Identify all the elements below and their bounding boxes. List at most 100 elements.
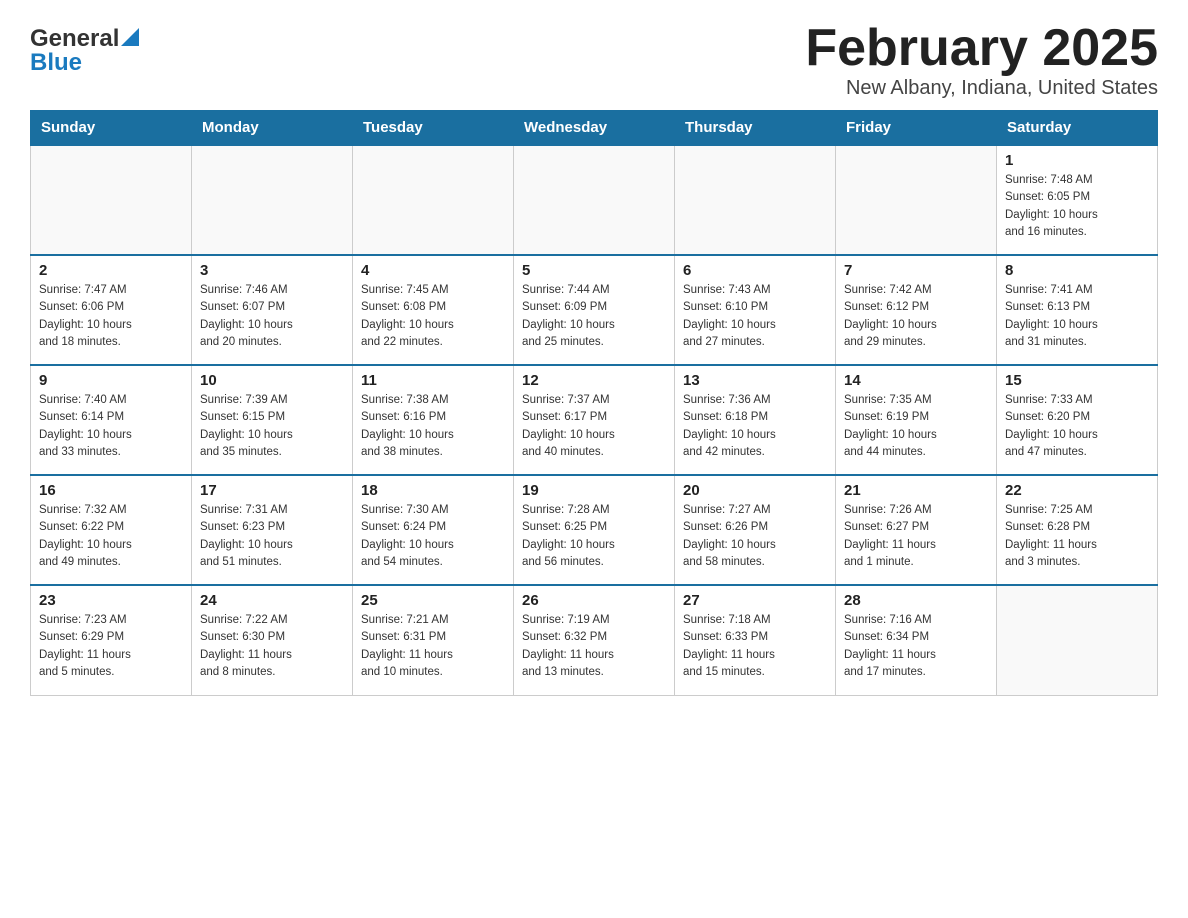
calendar-day-cell: 5 Sunrise: 7:44 AM Sunset: 6:09 PM Daylig… <box>514 255 675 365</box>
calendar-day-cell <box>675 145 836 255</box>
title-area: February 2025 New Albany, Indiana, Unite… <box>805 20 1158 100</box>
day-number: 2 <box>39 262 183 279</box>
weekday-header: Wednesday <box>514 111 675 146</box>
logo: General Blue <box>30 20 139 77</box>
day-number: 15 <box>1005 372 1149 389</box>
day-info: Sunrise: 7:16 AM Sunset: 6:34 PM Dayligh… <box>844 612 988 681</box>
calendar-day-cell: 18 Sunrise: 7:30 AM Sunset: 6:24 PM Dayli… <box>353 475 514 585</box>
calendar-day-cell: 1 Sunrise: 7:48 AM Sunset: 6:05 PM Daylig… <box>997 145 1158 255</box>
weekday-header: Sunday <box>31 111 192 146</box>
calendar-day-cell: 25 Sunrise: 7:21 AM Sunset: 6:31 PM Dayli… <box>353 585 514 695</box>
day-number: 18 <box>361 482 505 499</box>
day-number: 3 <box>200 262 344 279</box>
day-number: 22 <box>1005 482 1149 499</box>
calendar-week-row: 16 Sunrise: 7:32 AM Sunset: 6:22 PM Dayli… <box>31 475 1158 585</box>
day-number: 16 <box>39 482 183 499</box>
logo-arrow-icon <box>121 28 139 46</box>
day-info: Sunrise: 7:40 AM Sunset: 6:14 PM Dayligh… <box>39 392 183 461</box>
weekday-header: Tuesday <box>353 111 514 146</box>
day-number: 10 <box>200 372 344 389</box>
calendar-day-cell: 4 Sunrise: 7:45 AM Sunset: 6:08 PM Daylig… <box>353 255 514 365</box>
calendar-day-cell <box>514 145 675 255</box>
day-number: 24 <box>200 592 344 609</box>
weekday-header: Friday <box>836 111 997 146</box>
day-info: Sunrise: 7:41 AM Sunset: 6:13 PM Dayligh… <box>1005 282 1149 351</box>
day-info: Sunrise: 7:44 AM Sunset: 6:09 PM Dayligh… <box>522 282 666 351</box>
day-info: Sunrise: 7:21 AM Sunset: 6:31 PM Dayligh… <box>361 612 505 681</box>
calendar-week-row: 23 Sunrise: 7:23 AM Sunset: 6:29 PM Dayli… <box>31 585 1158 695</box>
day-number: 21 <box>844 482 988 499</box>
calendar-day-cell <box>997 585 1158 695</box>
calendar-week-row: 2 Sunrise: 7:47 AM Sunset: 6:06 PM Daylig… <box>31 255 1158 365</box>
calendar-day-cell: 23 Sunrise: 7:23 AM Sunset: 6:29 PM Dayli… <box>31 585 192 695</box>
day-number: 13 <box>683 372 827 389</box>
day-number: 27 <box>683 592 827 609</box>
calendar-day-cell: 28 Sunrise: 7:16 AM Sunset: 6:34 PM Dayli… <box>836 585 997 695</box>
day-info: Sunrise: 7:25 AM Sunset: 6:28 PM Dayligh… <box>1005 502 1149 571</box>
day-number: 17 <box>200 482 344 499</box>
day-number: 11 <box>361 372 505 389</box>
day-info: Sunrise: 7:32 AM Sunset: 6:22 PM Dayligh… <box>39 502 183 571</box>
page-subtitle: New Albany, Indiana, United States <box>805 77 1158 100</box>
calendar-day-cell: 6Sunrise: 7:43 AM Sunset: 6:10 PM Daylig… <box>675 255 836 365</box>
day-number: 7 <box>844 262 988 279</box>
weekday-header: Thursday <box>675 111 836 146</box>
day-info: Sunrise: 7:45 AM Sunset: 6:08 PM Dayligh… <box>361 282 505 351</box>
day-number: 4 <box>361 262 505 279</box>
calendar-day-cell: 13 Sunrise: 7:36 AM Sunset: 6:18 PM Dayli… <box>675 365 836 475</box>
calendar-day-cell: 2 Sunrise: 7:47 AM Sunset: 6:06 PM Daylig… <box>31 255 192 365</box>
day-info: Sunrise: 7:35 AM Sunset: 6:19 PM Dayligh… <box>844 392 988 461</box>
day-info: Sunrise: 7:37 AM Sunset: 6:17 PM Dayligh… <box>522 392 666 461</box>
calendar-day-cell: 22 Sunrise: 7:25 AM Sunset: 6:28 PM Dayli… <box>997 475 1158 585</box>
day-number: 20 <box>683 482 827 499</box>
calendar-day-cell: 15 Sunrise: 7:33 AM Sunset: 6:20 PM Dayli… <box>997 365 1158 475</box>
day-info: Sunrise: 7:42 AM Sunset: 6:12 PM Dayligh… <box>844 282 988 351</box>
day-info: Sunrise: 7:30 AM Sunset: 6:24 PM Dayligh… <box>361 502 505 571</box>
day-info: Sunrise: 7:28 AM Sunset: 6:25 PM Dayligh… <box>522 502 666 571</box>
calendar-day-cell: 10 Sunrise: 7:39 AM Sunset: 6:15 PM Dayli… <box>192 365 353 475</box>
calendar-day-cell: 9 Sunrise: 7:40 AM Sunset: 6:14 PM Daylig… <box>31 365 192 475</box>
calendar-day-cell <box>353 145 514 255</box>
day-number: 8 <box>1005 262 1149 279</box>
calendar-header-row: SundayMondayTuesdayWednesdayThursdayFrid… <box>31 111 1158 146</box>
calendar-day-cell: 7 Sunrise: 7:42 AM Sunset: 6:12 PM Daylig… <box>836 255 997 365</box>
day-number: 5 <box>522 262 666 279</box>
calendar-day-cell: 19Sunrise: 7:28 AM Sunset: 6:25 PM Dayli… <box>514 475 675 585</box>
calendar-day-cell <box>192 145 353 255</box>
day-info: Sunrise: 7:39 AM Sunset: 6:15 PM Dayligh… <box>200 392 344 461</box>
day-info: Sunrise: 7:36 AM Sunset: 6:18 PM Dayligh… <box>683 392 827 461</box>
calendar-table: SundayMondayTuesdayWednesdayThursdayFrid… <box>30 110 1158 696</box>
day-info: Sunrise: 7:22 AM Sunset: 6:30 PM Dayligh… <box>200 612 344 681</box>
day-info: Sunrise: 7:19 AM Sunset: 6:32 PM Dayligh… <box>522 612 666 681</box>
day-info: Sunrise: 7:43 AM Sunset: 6:10 PM Dayligh… <box>683 282 827 351</box>
day-info: Sunrise: 7:18 AM Sunset: 6:33 PM Dayligh… <box>683 612 827 681</box>
calendar-day-cell: 16 Sunrise: 7:32 AM Sunset: 6:22 PM Dayli… <box>31 475 192 585</box>
calendar-week-row: 9 Sunrise: 7:40 AM Sunset: 6:14 PM Daylig… <box>31 365 1158 475</box>
day-number: 14 <box>844 372 988 389</box>
calendar-day-cell: 3Sunrise: 7:46 AM Sunset: 6:07 PM Daylig… <box>192 255 353 365</box>
calendar-day-cell: 17 Sunrise: 7:31 AM Sunset: 6:23 PM Dayli… <box>192 475 353 585</box>
calendar-day-cell: 11 Sunrise: 7:38 AM Sunset: 6:16 PM Dayli… <box>353 365 514 475</box>
page-title: February 2025 <box>805 20 1158 77</box>
day-info: Sunrise: 7:38 AM Sunset: 6:16 PM Dayligh… <box>361 392 505 461</box>
day-number: 25 <box>361 592 505 609</box>
logo-blue-text: Blue <box>30 49 82 77</box>
day-info: Sunrise: 7:26 AM Sunset: 6:27 PM Dayligh… <box>844 502 988 571</box>
calendar-day-cell: 8 Sunrise: 7:41 AM Sunset: 6:13 PM Daylig… <box>997 255 1158 365</box>
day-info: Sunrise: 7:27 AM Sunset: 6:26 PM Dayligh… <box>683 502 827 571</box>
calendar-week-row: 1 Sunrise: 7:48 AM Sunset: 6:05 PM Daylig… <box>31 145 1158 255</box>
day-number: 26 <box>522 592 666 609</box>
day-number: 23 <box>39 592 183 609</box>
day-number: 28 <box>844 592 988 609</box>
day-info: Sunrise: 7:33 AM Sunset: 6:20 PM Dayligh… <box>1005 392 1149 461</box>
calendar-day-cell: 12Sunrise: 7:37 AM Sunset: 6:17 PM Dayli… <box>514 365 675 475</box>
day-info: Sunrise: 7:23 AM Sunset: 6:29 PM Dayligh… <box>39 612 183 681</box>
day-number: 9 <box>39 372 183 389</box>
calendar-day-cell <box>836 145 997 255</box>
day-info: Sunrise: 7:48 AM Sunset: 6:05 PM Dayligh… <box>1005 172 1149 241</box>
day-number: 1 <box>1005 152 1149 169</box>
day-info: Sunrise: 7:47 AM Sunset: 6:06 PM Dayligh… <box>39 282 183 351</box>
day-info: Sunrise: 7:31 AM Sunset: 6:23 PM Dayligh… <box>200 502 344 571</box>
page-header: General Blue February 2025 New Albany, I… <box>30 20 1158 100</box>
weekday-header: Saturday <box>997 111 1158 146</box>
